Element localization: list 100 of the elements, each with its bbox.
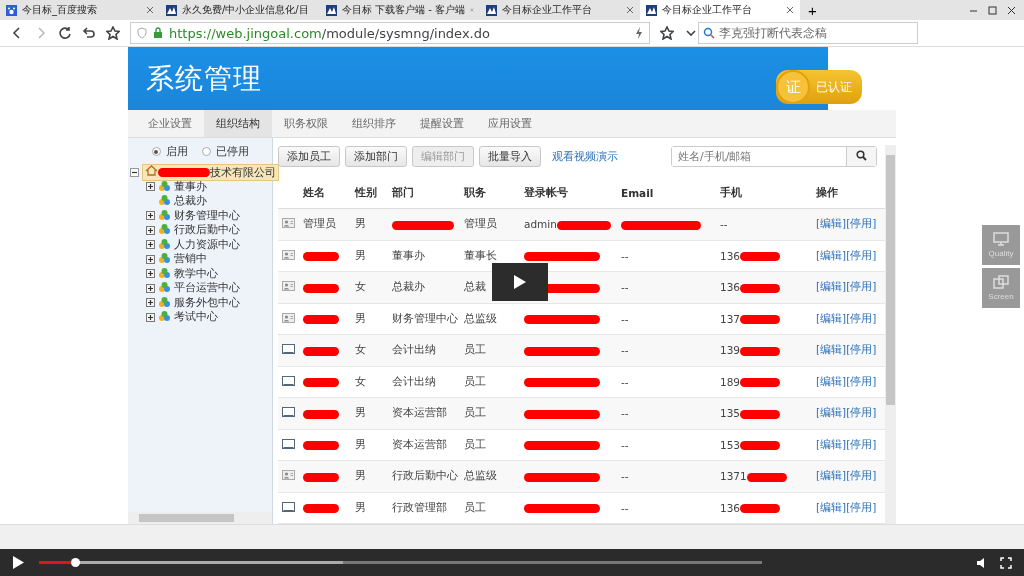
new-tab-button[interactable]: + bbox=[800, 0, 825, 20]
expand-icon[interactable] bbox=[146, 312, 155, 322]
house-icon bbox=[145, 164, 158, 176]
star-icon[interactable] bbox=[106, 26, 120, 41]
tree-item[interactable]: 总裁办 bbox=[174, 194, 207, 209]
browser-tab[interactable]: 今目标_百度搜索 bbox=[0, 0, 160, 20]
gender-text: 男 bbox=[355, 248, 366, 261]
search-field[interactable]: 李克强打断代表念稿 bbox=[698, 22, 918, 45]
undo-icon[interactable] bbox=[82, 26, 96, 41]
tree-item[interactable]: 平台运营中心 bbox=[174, 281, 240, 296]
action-link[interactable]: [停用] bbox=[846, 343, 877, 356]
nav-tab[interactable]: 组织结构 bbox=[204, 110, 272, 138]
action-link[interactable]: [编辑] bbox=[816, 343, 847, 356]
action-link[interactable]: [停用] bbox=[846, 469, 877, 482]
action-link[interactable]: [停用] bbox=[846, 406, 877, 419]
action-link[interactable]: [停用] bbox=[846, 500, 877, 513]
nav-tab[interactable]: 提醒设置 bbox=[408, 110, 476, 138]
gender-text: 男 bbox=[355, 217, 366, 230]
radio-icon[interactable] bbox=[201, 147, 211, 157]
action-link[interactable]: [编辑] bbox=[816, 469, 847, 482]
action-link[interactable]: [停用] bbox=[846, 280, 877, 293]
close-icon[interactable] bbox=[786, 6, 794, 14]
redaction-mark bbox=[303, 504, 339, 514]
toolbar-button[interactable]: 批量导入 bbox=[479, 145, 541, 167]
collapse-icon[interactable] bbox=[130, 167, 139, 177]
reload-icon[interactable] bbox=[58, 26, 72, 41]
tree-item[interactable]: 服务外包中心 bbox=[174, 295, 240, 310]
email-text: -- bbox=[621, 438, 629, 451]
position-text: 董事长 bbox=[464, 248, 497, 261]
expand-icon[interactable] bbox=[146, 298, 155, 308]
progress-handle[interactable] bbox=[71, 558, 81, 568]
phone-text: 136 bbox=[720, 249, 741, 262]
radio-option[interactable]: 启用 bbox=[151, 144, 188, 160]
nav-tab[interactable]: 企业设置 bbox=[136, 110, 204, 138]
lightning-icon[interactable] bbox=[635, 27, 643, 40]
radio-icon[interactable] bbox=[151, 147, 161, 157]
browser-tab[interactable]: 今目标 下载客户端 - 客户端 bbox=[320, 0, 480, 20]
group-icon bbox=[158, 311, 171, 324]
tree-item[interactable]: 行政后勤中心 bbox=[174, 223, 240, 238]
tree-item[interactable]: 董事办 bbox=[174, 179, 207, 194]
horizontal-scrollbar[interactable] bbox=[128, 512, 272, 525]
browser-tab[interactable]: 今目标企业工作平台 bbox=[480, 0, 640, 20]
action-link[interactable]: [编辑] bbox=[816, 437, 847, 450]
action-link[interactable]: [停用] bbox=[846, 311, 877, 324]
close-icon[interactable] bbox=[626, 6, 634, 14]
browser-tab[interactable]: 永久免费/中小企业信息化/目 bbox=[160, 0, 320, 20]
nav-tab[interactable]: 组织排序 bbox=[340, 110, 408, 138]
toolbar-button[interactable]: 添加员工 bbox=[278, 145, 340, 167]
expand-icon[interactable] bbox=[146, 211, 155, 221]
expand-icon[interactable] bbox=[146, 269, 155, 279]
video-demo-link[interactable]: 观看视频演示 bbox=[552, 148, 618, 164]
action-link[interactable]: [编辑] bbox=[816, 311, 847, 324]
tree-item[interactable]: 人力资源中心 bbox=[174, 237, 240, 252]
department-text: 行政后勤中心 bbox=[392, 469, 458, 482]
tree-item[interactable]: 教学中心 bbox=[174, 266, 218, 281]
radio-option[interactable]: 已停用 bbox=[201, 144, 249, 160]
tree-item[interactable]: 考试中心 bbox=[174, 310, 218, 325]
expand-icon[interactable] bbox=[146, 254, 155, 264]
expand-icon[interactable] bbox=[146, 225, 155, 235]
nav-tab[interactable]: 应用设置 bbox=[476, 110, 544, 138]
star-icon[interactable] bbox=[660, 26, 674, 41]
tree-root-item[interactable]: 技术有限公司 bbox=[142, 163, 279, 181]
nav-tab[interactable]: 职务权限 bbox=[272, 110, 340, 138]
expand-icon[interactable] bbox=[146, 283, 155, 293]
close-icon[interactable] bbox=[1007, 5, 1016, 15]
redaction-mark bbox=[740, 504, 781, 514]
phone-text: 136 bbox=[720, 281, 741, 294]
progress-bar[interactable] bbox=[39, 561, 762, 565]
action-link[interactable]: [编辑] bbox=[816, 248, 847, 261]
tree-item[interactable]: 财务管理中心 bbox=[174, 208, 240, 223]
tree-item[interactable]: 营销中 bbox=[174, 252, 207, 267]
vertical-scrollbar[interactable] bbox=[885, 145, 896, 525]
action-link[interactable]: [停用] bbox=[846, 248, 877, 261]
close-icon[interactable] bbox=[146, 6, 154, 14]
expand-icon[interactable] bbox=[146, 240, 155, 250]
action-link[interactable]: [编辑] bbox=[816, 500, 847, 513]
action-link[interactable]: [编辑] bbox=[816, 374, 847, 387]
browser-tab[interactable]: 今目标企业工作平台 bbox=[640, 0, 800, 20]
maximize-icon[interactable] bbox=[988, 5, 997, 15]
expand-icon[interactable] bbox=[146, 182, 155, 192]
action-link[interactable]: [停用] bbox=[846, 374, 877, 387]
redaction-mark bbox=[303, 346, 339, 356]
action-link[interactable]: [停用] bbox=[846, 437, 877, 450]
fullscreen-icon[interactable] bbox=[1000, 556, 1012, 569]
action-link[interactable]: [停用] bbox=[846, 217, 877, 230]
contact-card-icon bbox=[282, 470, 295, 481]
play-button[interactable] bbox=[492, 263, 548, 302]
toolbar-button[interactable]: 添加部门 bbox=[345, 145, 407, 167]
action-link[interactable]: [编辑] bbox=[816, 217, 847, 230]
search-field[interactable]: 姓名/手机/邮箱 bbox=[671, 145, 877, 167]
action-link[interactable]: [编辑] bbox=[816, 406, 847, 419]
column-header: 登录帐号 bbox=[524, 186, 568, 199]
action-link[interactable]: [编辑] bbox=[816, 280, 847, 293]
url-field[interactable]: https://web.jingoal.com/module/sysmng/index.do bbox=[130, 22, 650, 45]
redaction-mark bbox=[740, 378, 781, 388]
phone-text: 137 bbox=[720, 312, 741, 325]
play-icon[interactable] bbox=[12, 555, 25, 571]
gender-text: 男 bbox=[355, 469, 366, 482]
redaction-mark bbox=[556, 220, 611, 230]
search-button[interactable] bbox=[846, 146, 876, 166]
